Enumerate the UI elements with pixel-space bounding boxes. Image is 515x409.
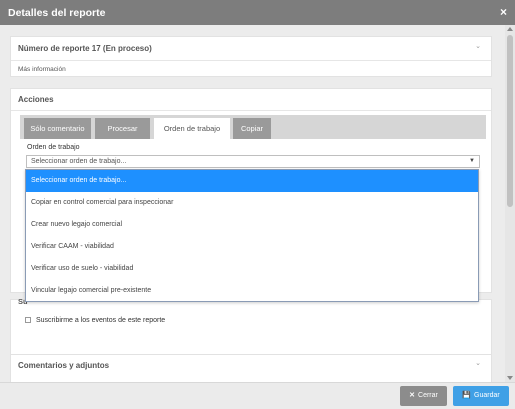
close-button-label: Cerrar [418,392,438,399]
actions-title: Acciones [18,95,54,104]
option-copy-control[interactable]: Copiar en control comercial para inspecc… [26,192,478,214]
vertical-scrollbar[interactable] [505,25,515,382]
subscribe-row[interactable]: Suscribirme a los eventos de este report… [25,317,165,324]
close-icon: ✕ [409,392,416,399]
more-info-link[interactable]: Más información [18,66,66,73]
subscribe-label: Suscribirme a los eventos de este report… [36,317,166,324]
close-button[interactable]: ✕ Cerrar [400,386,447,406]
dialog-footer: ✕ Cerrar 💾 Guardar [0,382,515,409]
scrollbar-thumb[interactable] [507,35,513,207]
scroll-down-icon[interactable] [507,376,513,380]
report-title: Número de reporte 17 (En proceso) [18,44,152,53]
chevron-down-icon[interactable]: ⌄ [475,42,481,50]
work-order-select[interactable]: Seleccionar orden de trabajo... ▼ [26,155,480,168]
tab-work-order[interactable]: Orden de trabajo [154,118,230,139]
option-link-legajo[interactable]: Vincular legajo comercial pre-existente [26,280,478,302]
tab-copy[interactable]: Copiar [233,118,271,139]
actions-tabs: Sólo comentario Procesar Orden de trabaj… [20,115,486,139]
divider [11,60,491,61]
comments-title: Comentarios y adjuntos [18,361,110,370]
tab-comment-only[interactable]: Sólo comentario [24,118,91,139]
save-icon: 💾 [462,392,472,399]
dialog-title: Detalles del reporte [8,7,106,19]
close-icon[interactable]: × [500,5,507,19]
save-button-label: Guardar [474,392,500,399]
work-order-select-value: Seleccionar orden de trabajo... [31,158,127,165]
work-order-label: Orden de trabajo [27,144,80,151]
scroll-up-icon[interactable] [507,27,513,31]
report-panel: Número de reporte 17 (En proceso) ⌄ Más … [10,36,492,77]
work-order-dropdown: Seleccionar orden de trabajo... Copiar e… [25,169,479,302]
save-button[interactable]: 💾 Guardar [453,386,509,406]
tab-process[interactable]: Procesar [95,118,150,139]
caret-down-icon: ▼ [469,158,475,164]
option-new-legajo[interactable]: Crear nuevo legajo comercial [26,214,478,236]
option-verify-caam[interactable]: Verificar CAAM - viabilidad [26,236,478,258]
dialog-titlebar: Detalles del reporte × [0,0,515,25]
option-select-work-order[interactable]: Seleccionar orden de trabajo... [26,170,478,192]
option-verify-land-use[interactable]: Verificar uso de suelo - viabilidad [26,258,478,280]
subscribe-checkbox[interactable] [25,317,31,324]
divider [11,110,491,111]
chevron-down-icon[interactable]: ⌄ [475,359,481,367]
comments-panel[interactable]: Comentarios y adjuntos ⌄ [10,354,492,382]
